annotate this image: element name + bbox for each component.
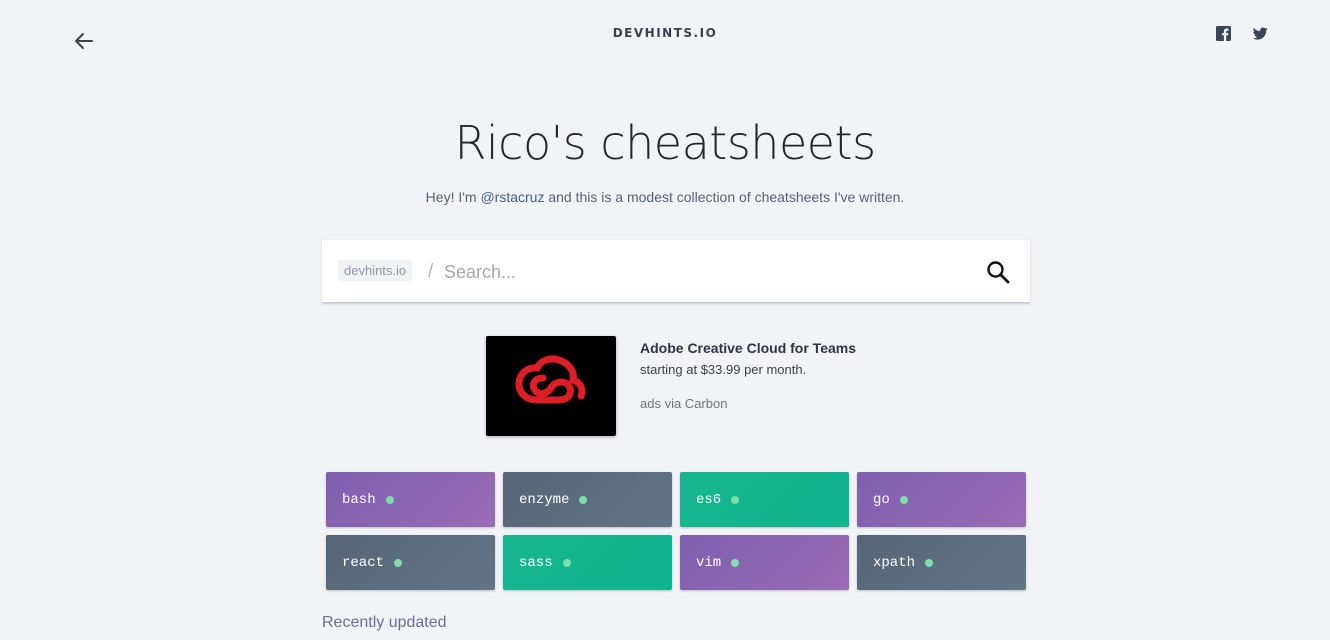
- new-dot: [899, 495, 908, 504]
- adobe-creative-cloud-logo: [515, 354, 587, 419]
- page: DEVHINTS.IO Rico's cheatsheets Hey! I'm …: [0, 0, 1330, 640]
- ad-description: starting at $33.99 per month.: [640, 362, 807, 377]
- new-dot: [925, 558, 934, 567]
- sheet-card[interactable]: xpath: [857, 535, 1026, 590]
- new-dot: [385, 495, 394, 504]
- author-link[interactable]: @rstacruz: [480, 189, 544, 205]
- search-separator: /: [428, 261, 434, 282]
- sheet-card[interactable]: enzyme: [503, 472, 672, 527]
- sheet-card-label: xpath: [873, 554, 916, 571]
- carbon-ad: Adobe Creative Cloud for Teams starting …: [486, 336, 906, 436]
- search-input[interactable]: [442, 254, 966, 290]
- sheet-card-label: enzyme: [519, 491, 570, 508]
- new-dot: [731, 495, 740, 504]
- twitter-link[interactable]: [1253, 26, 1268, 41]
- new-dot: [579, 495, 588, 504]
- sheet-card-label: vim: [696, 554, 722, 571]
- sheets-grid: bash enzyme es6 go react sass vim xpath: [326, 472, 1026, 590]
- sheet-card[interactable]: vim: [680, 535, 849, 590]
- sheet-card[interactable]: react: [326, 535, 495, 590]
- sheet-card[interactable]: es6: [680, 472, 849, 527]
- search-box: devhints.io /: [322, 240, 1030, 303]
- search-prefix: devhints.io: [338, 260, 413, 281]
- sheet-card[interactable]: go: [857, 472, 1026, 527]
- intro-text-after: and this is a modest collection of cheat…: [544, 189, 905, 205]
- new-dot: [394, 558, 403, 567]
- ad-title[interactable]: Adobe Creative Cloud for Teams: [640, 340, 856, 356]
- ad-image[interactable]: [486, 336, 616, 436]
- new-dot: [731, 558, 740, 567]
- sheet-card[interactable]: bash: [326, 472, 495, 527]
- facebook-icon: [1216, 26, 1231, 41]
- sheet-card-label: bash: [342, 491, 376, 508]
- sheet-card-label: es6: [696, 491, 722, 508]
- intro-text-before: Hey! I'm: [425, 189, 481, 205]
- sheet-card[interactable]: sass: [503, 535, 672, 590]
- facebook-link[interactable]: [1216, 26, 1231, 41]
- sheet-card-label: go: [873, 491, 890, 508]
- twitter-icon: [1253, 26, 1268, 41]
- sheet-card-label: react: [342, 554, 385, 571]
- page-title: Rico's cheatsheets: [454, 116, 876, 170]
- new-dot: [562, 558, 571, 567]
- recently-updated-heading: Recently updated: [322, 614, 447, 631]
- ad-via-link[interactable]: ads via Carbon: [640, 396, 727, 411]
- brand-link[interactable]: DEVHINTS.IO: [0, 26, 1330, 40]
- sheet-card-label: sass: [519, 554, 553, 571]
- intro-text: Hey! I'm @rstacruz and this is a modest …: [0, 189, 1330, 205]
- social-links: [1216, 26, 1268, 41]
- search-icon[interactable]: [986, 260, 1010, 284]
